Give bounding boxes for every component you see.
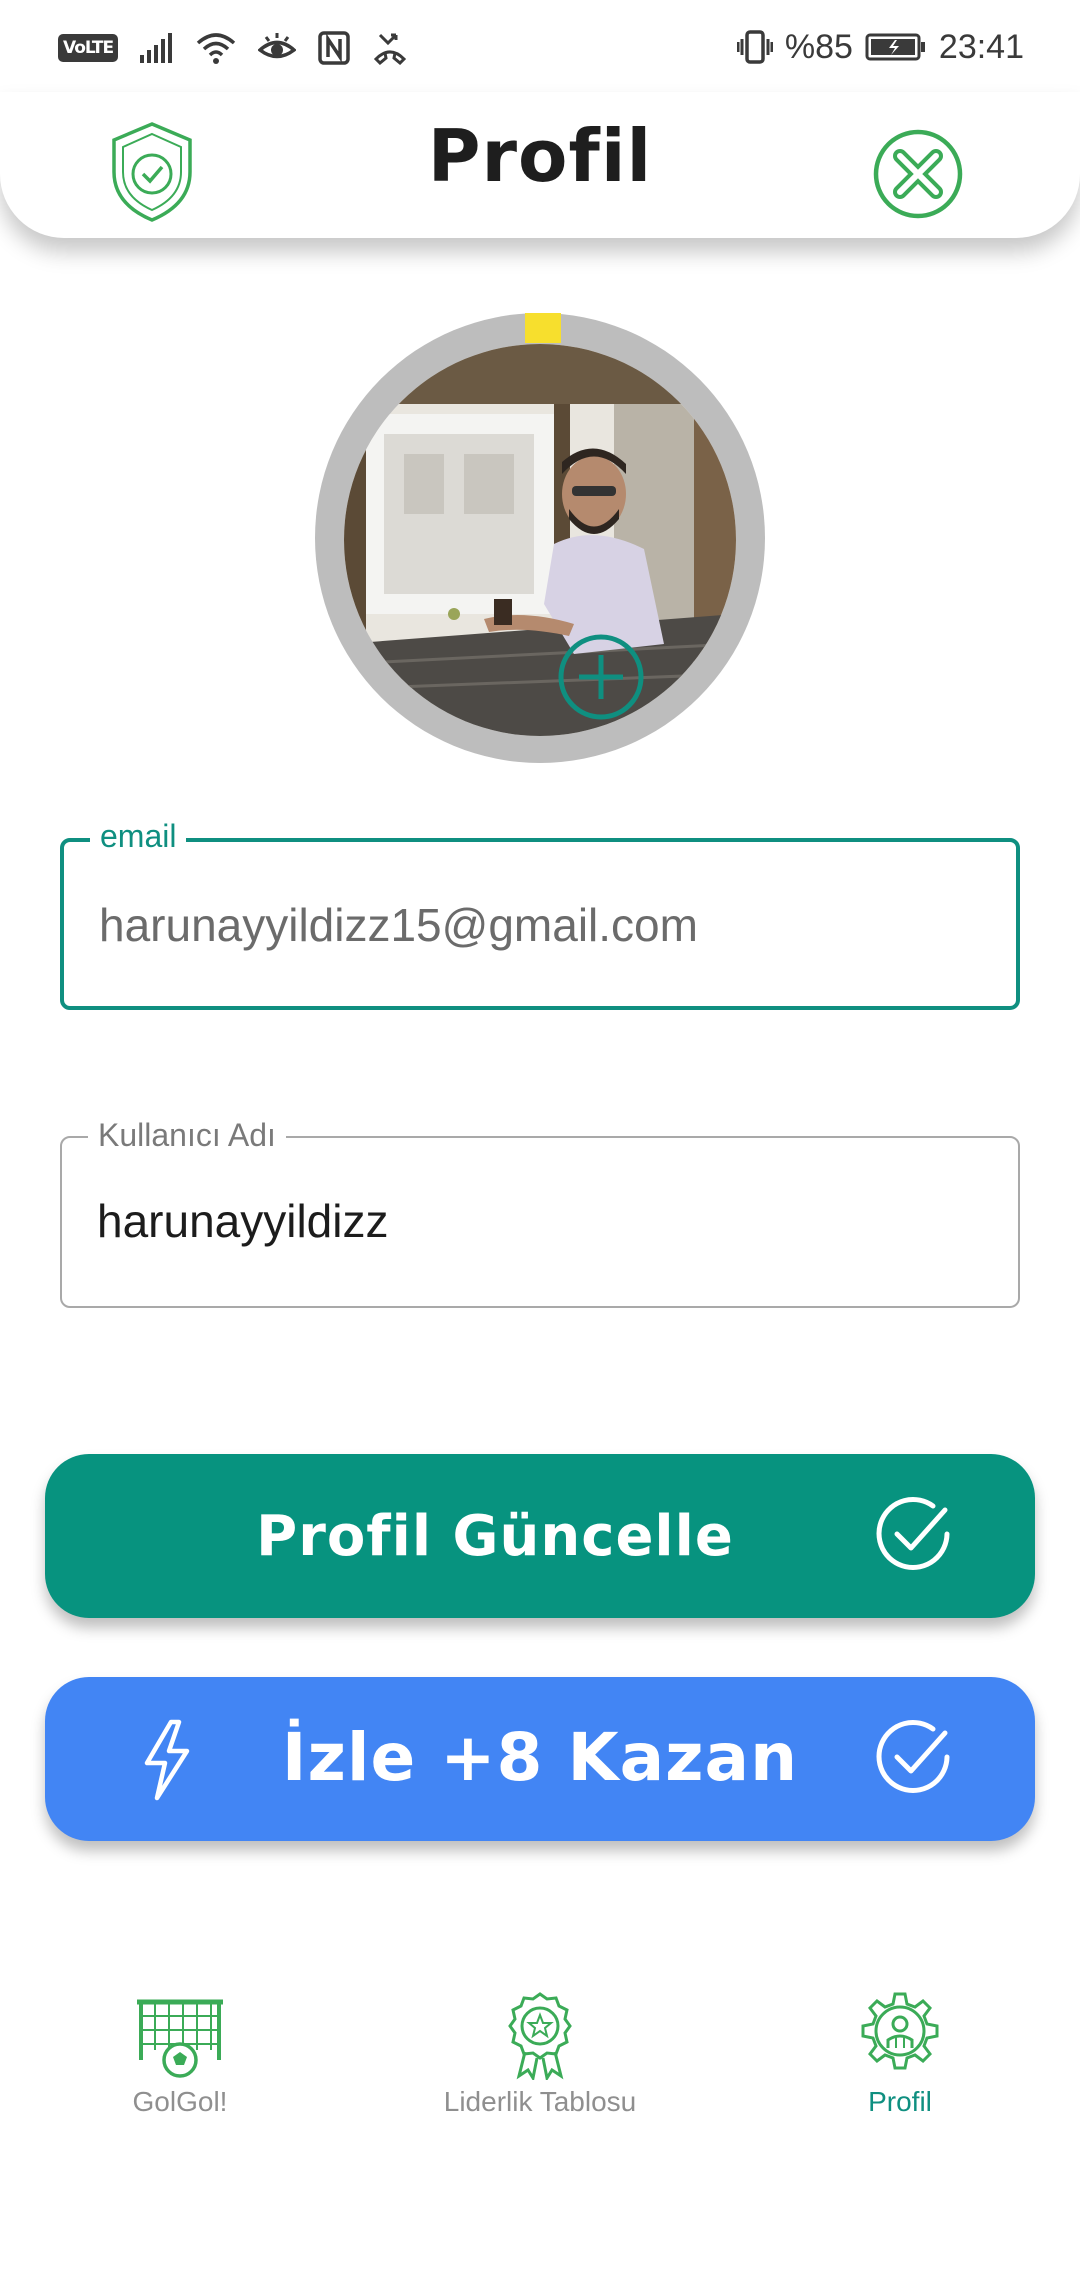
missed-call-icon (372, 31, 408, 65)
award-medal-icon (508, 1992, 572, 2080)
nav-item-golgol[interactable]: GolGol! (0, 1990, 360, 2118)
eye-comfort-icon (258, 33, 297, 63)
nav-label-golgol: GolGol! (132, 2086, 228, 2117)
username-label: Kullanıcı Adı (88, 1117, 286, 1154)
close-circle-icon (873, 129, 963, 219)
bottom-nav: GolGol! Liderlik Tablosu Profil (0, 1990, 1080, 2160)
battery-percent: %85 (784, 27, 853, 66)
volte-badge: VoLTE (58, 34, 119, 62)
nav-item-leaderboard[interactable]: Liderlik Tablosu (360, 1990, 720, 2118)
plus-circle-icon (558, 634, 644, 720)
app-header: Profil (0, 92, 1080, 238)
email-label: email (90, 818, 187, 855)
email-value[interactable]: harunayyildizz15@gmail.com (99, 898, 698, 952)
nfc-icon (318, 31, 350, 65)
status-left: VoLTE (58, 28, 408, 68)
soccer-goal-icon (137, 1999, 223, 2078)
status-right: %85 23:41 (736, 22, 1024, 72)
nav-item-profile[interactable]: Profil (720, 1990, 1080, 2118)
wifi-icon (196, 31, 236, 65)
nav-label-leaderboard: Liderlik Tablosu (443, 2086, 637, 2117)
update-profile-button[interactable]: Profil Güncelle (45, 1454, 1035, 1618)
check-circle-icon (871, 1492, 955, 1581)
avatar[interactable] (344, 344, 736, 736)
avatar-progress-indicator (525, 313, 561, 343)
username-value[interactable]: harunayyildizz (97, 1194, 388, 1248)
add-photo-button[interactable] (557, 633, 645, 726)
email-field[interactable]: email harunayyildizz15@gmail.com (60, 818, 1020, 1010)
profile-photo (344, 344, 736, 736)
clock: 23:41 (938, 27, 1024, 66)
status-bar: VoLTE %85 23:41 (0, 0, 1080, 92)
close-button[interactable] (872, 128, 964, 225)
vibrate-icon (736, 29, 773, 65)
watch-earn-button[interactable]: İzle +8 Kazan (45, 1677, 1035, 1841)
username-field[interactable]: Kullanıcı Adı harunayyildizz (60, 1117, 1020, 1308)
user-gear-icon (861, 1992, 939, 2070)
signal-icon (140, 33, 174, 63)
check-circle-icon (871, 1715, 955, 1804)
nav-label-profile: Profil (868, 2086, 932, 2117)
battery-charging-icon (865, 32, 927, 62)
